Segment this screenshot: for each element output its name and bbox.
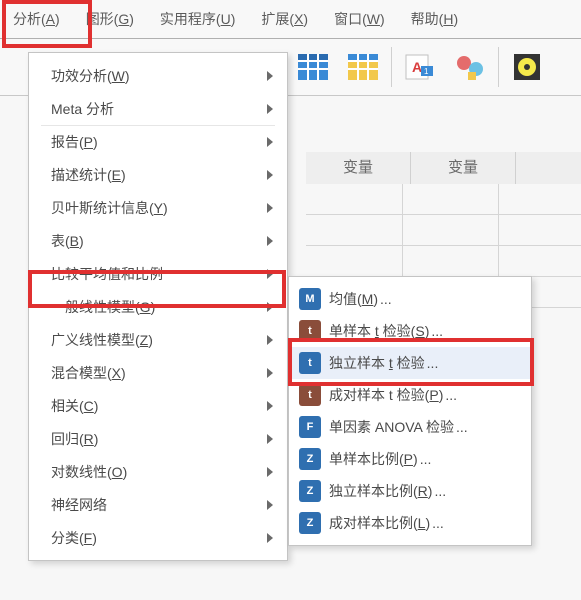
toolbar-separator xyxy=(498,47,499,87)
col-header[interactable]: 变量 xyxy=(306,152,411,184)
menu-help[interactable]: 帮助(H) xyxy=(398,0,471,38)
menu-window[interactable]: 窗口(W) xyxy=(321,0,398,38)
menu-graphs[interactable]: 图形(G) xyxy=(73,0,147,38)
submenu-label: 单样本比例(P) xyxy=(329,449,431,469)
submenu-label: 独立样本比例(R) xyxy=(329,481,446,501)
submenu-label: 单因素 ANOVA 检验 xyxy=(329,417,468,437)
submenu-label: 单样本 t 检验(S) xyxy=(329,321,443,341)
stat-icon: M xyxy=(299,288,321,310)
compare-means-submenu: M 均值(M) t 单样本 t 检验(S) t 独立样本 t 检验 t 成对样本 t 检验(P… xyxy=(288,276,532,546)
svg-text:A: A xyxy=(412,59,422,75)
submenu-item[interactable]: t 单样本 t 检验(S) xyxy=(289,315,531,347)
menu-item[interactable]: 相关(C) xyxy=(29,389,287,422)
submenu-label: 成对样本 t 检验(P) xyxy=(329,385,457,405)
svg-text:1: 1 xyxy=(424,67,429,76)
menu-item[interactable]: 广义线性模型(Z) xyxy=(29,323,287,356)
toolbar-table-yellow-icon[interactable] xyxy=(342,46,384,88)
menu-item[interactable]: 贝叶斯统计信息(Y) xyxy=(29,191,287,224)
submenu-item[interactable]: Z 单样本比例(P) xyxy=(289,443,531,475)
stat-icon: Z xyxy=(299,512,321,534)
menu-item[interactable]: 描述统计(E) xyxy=(29,158,287,191)
menu-item[interactable]: 回归(R) xyxy=(29,422,287,455)
menu-item[interactable]: 功效分析(W) xyxy=(29,59,287,92)
menubar: 分析(A) 图形(G) 实用程序(U) 扩展(X) 窗口(W) 帮助(H) xyxy=(0,0,581,39)
stat-icon: Z xyxy=(299,480,321,502)
submenu-item[interactable]: Z 成对样本比例(L) xyxy=(289,507,531,539)
toolbar-table-blue-icon[interactable] xyxy=(292,46,334,88)
menu-utilities[interactable]: 实用程序(U) xyxy=(147,0,248,38)
toolbar-label-icon[interactable]: A1 xyxy=(399,46,441,88)
submenu-label: 成对样本比例(L) xyxy=(329,513,444,533)
col-header[interactable]: 变量 xyxy=(411,152,516,184)
menu-item[interactable]: 报告(P) xyxy=(29,125,287,158)
submenu-item[interactable]: Z 独立样本比例(R) xyxy=(289,475,531,507)
analyze-menu: 功效分析(W)Meta 分析报告(P)描述统计(E)贝叶斯统计信息(Y)表(B)… xyxy=(28,52,288,561)
menu-item[interactable]: 神经网络 xyxy=(29,488,287,521)
menu-item[interactable]: 混合模型(X) xyxy=(29,356,287,389)
submenu-label: 独立样本 t 检验 xyxy=(329,353,438,373)
toolbar-target-icon[interactable] xyxy=(506,46,548,88)
stat-icon: Z xyxy=(299,448,321,470)
stat-icon: t xyxy=(299,320,321,342)
menu-item[interactable]: 分类(F) xyxy=(29,521,287,554)
menu-item[interactable]: 比较平均值和比例 xyxy=(29,257,287,290)
submenu-item[interactable]: t 独立样本 t 检验 xyxy=(289,347,531,379)
stat-icon: t xyxy=(299,352,321,374)
toolbar-shapes-icon[interactable] xyxy=(449,46,491,88)
submenu-item[interactable]: M 均值(M) xyxy=(289,283,531,315)
menu-extensions[interactable]: 扩展(X) xyxy=(248,0,321,38)
submenu-item[interactable]: F 单因素 ANOVA 检验 xyxy=(289,411,531,443)
stat-icon: t xyxy=(299,384,321,406)
menu-item[interactable]: Meta 分析 xyxy=(29,92,287,125)
menu-analyze[interactable]: 分析(A) xyxy=(0,0,73,38)
col-header[interactable] xyxy=(516,152,581,184)
stat-icon: F xyxy=(299,416,321,438)
column-headers: 变量 变量 xyxy=(306,152,581,184)
submenu-label: 均值(M) xyxy=(329,289,392,309)
submenu-item[interactable]: t 成对样本 t 检验(P) xyxy=(289,379,531,411)
menu-item[interactable]: 对数线性(O) xyxy=(29,455,287,488)
menu-item[interactable]: 一般线性模型(G) xyxy=(29,290,287,323)
menu-item[interactable]: 表(B) xyxy=(29,224,287,257)
toolbar-separator xyxy=(391,47,392,87)
